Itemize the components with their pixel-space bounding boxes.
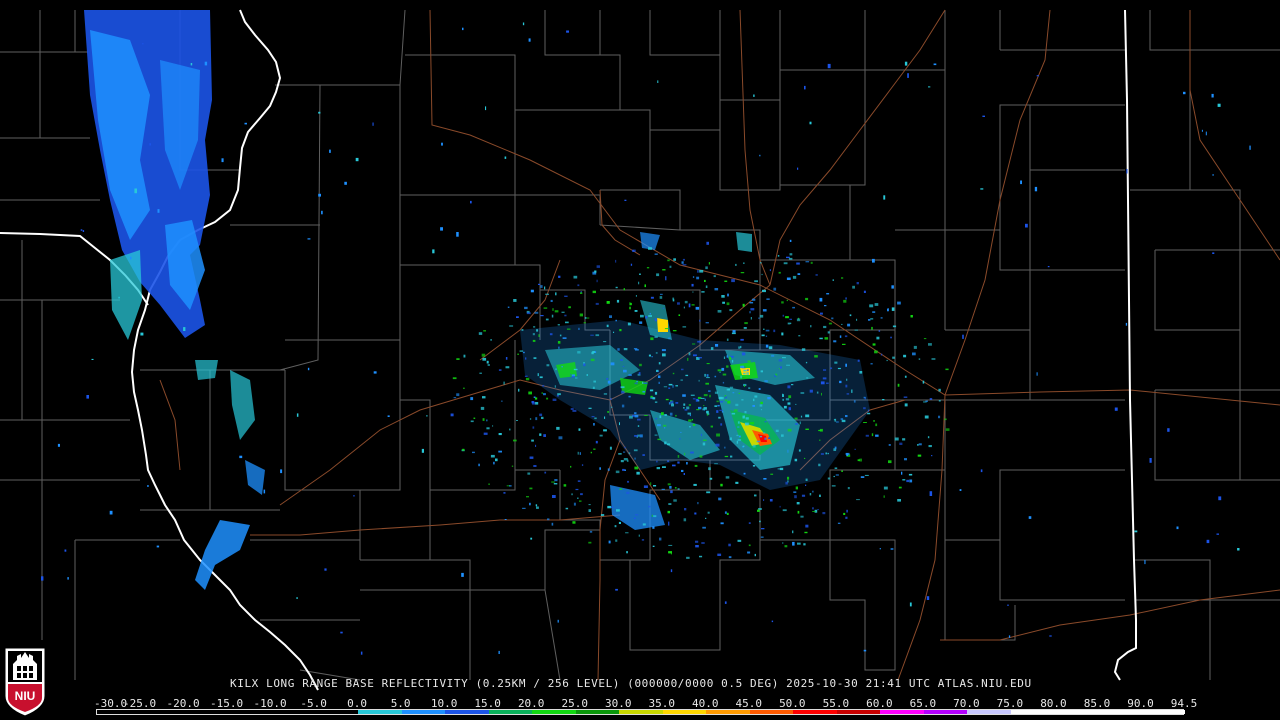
scale-segment xyxy=(749,710,794,714)
scale-segment xyxy=(836,710,881,714)
radar-map xyxy=(0,0,1280,720)
scale-segment xyxy=(358,710,403,714)
scale-segment xyxy=(662,710,707,714)
scale-segment xyxy=(532,710,577,714)
color-scale-labels: -30.0 -25.0 -20.0 -15.0 -10.0 -5.0 0.0 5.0 10.0 1… xyxy=(0,697,1280,710)
scale-segment xyxy=(706,710,751,714)
scale-segment xyxy=(314,710,359,714)
color-scale-bar xyxy=(96,709,1186,715)
scale-segment xyxy=(271,710,316,714)
scale-segment xyxy=(401,710,446,714)
scale-segment xyxy=(1054,710,1099,714)
scale-segment xyxy=(923,710,968,714)
scale-segment xyxy=(1097,710,1142,714)
product-title: KILX LONG RANGE BASE REFLECTIVITY (0.25K… xyxy=(230,677,1032,690)
scale-segment xyxy=(575,710,620,714)
scale-segment xyxy=(880,710,925,714)
scale-segment xyxy=(967,710,1012,714)
scale-segment xyxy=(1141,710,1186,714)
scale-segment xyxy=(227,710,272,714)
scale-segment xyxy=(619,710,664,714)
scale-segment xyxy=(97,710,141,714)
scale-segment xyxy=(184,710,229,714)
scale-segment xyxy=(1010,710,1055,714)
scale-segment xyxy=(445,710,490,714)
scale-segment xyxy=(140,710,185,714)
scale-segment xyxy=(793,710,838,714)
scale-segment xyxy=(488,710,533,714)
